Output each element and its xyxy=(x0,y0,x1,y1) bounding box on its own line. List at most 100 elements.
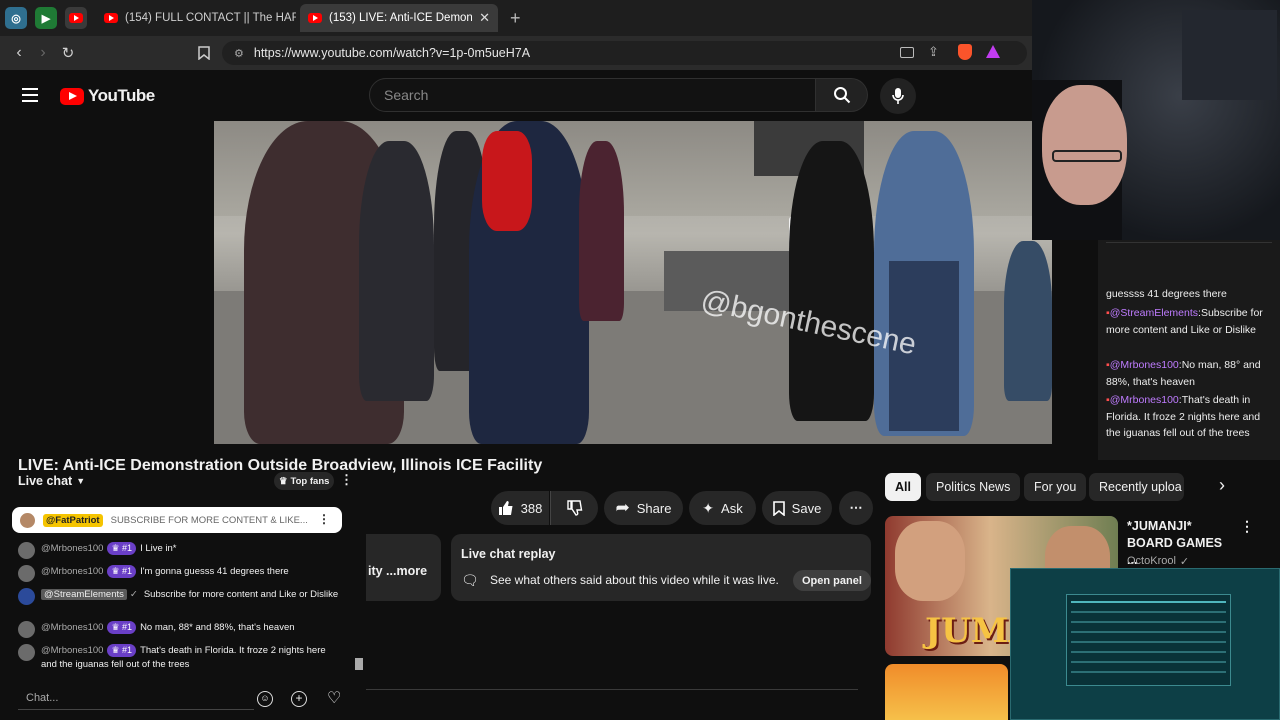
fan-badge: ♛ #1 xyxy=(107,565,137,578)
chat-message: @StreamElements ✓ Subscribe for more conte… xyxy=(18,588,343,605)
chevron-right-icon[interactable]: › xyxy=(1219,475,1225,496)
reload-icon[interactable]: ↻ xyxy=(57,42,79,64)
site-settings-icon[interactable]: ⚙ xyxy=(234,47,244,60)
chevron-down-icon: ▼ xyxy=(76,476,86,486)
multichat-message: ▪@StreamElements:Subscribe for more cont… xyxy=(1106,307,1263,336)
pinned-tab-youtube[interactable] xyxy=(65,7,87,29)
search-icon xyxy=(833,87,850,104)
address-bar-row: ‹ › ↻ ⚙ https://www.youtube.com/watch?v=… xyxy=(0,36,1032,70)
dislike-button[interactable] xyxy=(550,491,598,525)
chat-username[interactable]: @StreamElements xyxy=(41,589,127,600)
top-fans-button[interactable]: ♛ Top fans xyxy=(274,472,335,490)
youtube-logo[interactable]: YouTube xyxy=(60,86,155,106)
share-page-icon[interactable]: ⇪ xyxy=(928,44,939,60)
fan-badge: ♛ #1 xyxy=(107,542,137,555)
chip-politics-news[interactable]: Politics News xyxy=(926,473,1021,501)
back-arrow-icon[interactable]: ‹ xyxy=(8,42,30,64)
chat-text: I Live in* xyxy=(140,543,177,554)
add-icon[interactable]: + xyxy=(291,691,307,707)
open-panel-label: Open panel xyxy=(802,574,862,587)
save-label: Save xyxy=(791,500,822,516)
like-button[interactable]: 388 xyxy=(491,491,549,525)
search-button[interactable] xyxy=(816,78,868,112)
live-chat-dropdown[interactable]: Live chat ▼ xyxy=(18,474,85,488)
sparkle-icon: ✦ xyxy=(702,499,715,516)
chat-username[interactable]: @Mrbones100 xyxy=(41,622,103,633)
close-tab-icon[interactable]: ✕ xyxy=(479,10,490,26)
avatar xyxy=(18,644,35,661)
search-input[interactable]: Search xyxy=(369,78,816,112)
chat-scrollbar[interactable] xyxy=(355,505,363,670)
browser-tab-bar: ◎ ▶ (154) FULL CONTACT || The HARD HIT (… xyxy=(0,0,1032,36)
save-button[interactable]: Save xyxy=(762,491,832,525)
youtube-favicon-icon xyxy=(69,13,83,23)
avatar xyxy=(20,512,35,528)
youtube-favicon-icon xyxy=(104,13,118,23)
trophy-icon: ♛ xyxy=(279,475,288,487)
live-chat-replay-box: Live chat replay 🗨 See what others said … xyxy=(451,534,871,601)
avatar xyxy=(18,542,35,559)
bookmark-icon[interactable] xyxy=(193,42,215,64)
description-box[interactable]: ity ...more xyxy=(366,534,441,601)
chat-username[interactable]: @Mrbones100 xyxy=(41,566,103,577)
pinned-message[interactable]: @FatPatriot SUBSCRIBE FOR MORE CONTENT &… xyxy=(12,507,342,533)
pinned-user: @FatPatriot xyxy=(43,513,103,527)
browser-tab-active[interactable]: (153) LIVE: Anti-ICE Demonstratio ✕ xyxy=(300,4,498,32)
share-button[interactable]: ➦ Share xyxy=(604,491,683,525)
pinned-tab-2[interactable]: ▶ xyxy=(35,7,57,29)
multichat-overlay: guessss 41 degrees there ▪@StreamElement… xyxy=(1098,240,1280,460)
multichat-message: ▪@Mrbones100:That's death in Florida. It… xyxy=(1106,394,1261,439)
forward-arrow-icon[interactable]: › xyxy=(32,42,54,64)
fan-badge: ♛ #1 xyxy=(107,621,137,634)
chat-message: @Mrbones100 ♛ #1 No man, 88* and 88%, that… xyxy=(18,621,343,638)
avatar xyxy=(18,621,35,638)
tab-title: (153) LIVE: Anti-ICE Demonstratio xyxy=(329,12,473,24)
game-overlay xyxy=(1010,568,1280,720)
description-more[interactable]: ity ...more xyxy=(368,564,427,578)
brave-rewards-icon[interactable] xyxy=(986,45,1000,58)
pinned-text: SUBSCRIBE FOR MORE CONTENT & LIKE... xyxy=(110,514,308,526)
chat-message: @Mrbones100 ♛ #1 I'm gonna guesss 41 degre… xyxy=(18,565,343,582)
chat-input[interactable]: Chat... xyxy=(18,688,254,710)
chip-all[interactable]: All xyxy=(885,473,921,501)
recommendation-channel[interactable]: OctoKrool ✓ xyxy=(1127,555,1189,568)
chat-more-options-icon[interactable]: ⋮ xyxy=(340,472,353,488)
live-chat-label: Live chat xyxy=(18,474,73,488)
avatar xyxy=(18,588,35,605)
chat-text: I'm gonna guesss 41 degrees there xyxy=(140,566,289,577)
chat-username[interactable]: @Mrbones100 xyxy=(41,645,103,656)
recommendation-more-icon[interactable]: ⋮ xyxy=(1240,518,1254,535)
video-player[interactable]: @bgonthescene xyxy=(214,121,1052,444)
recommendation-thumbnail-2[interactable] xyxy=(885,664,1008,720)
emoji-icon[interactable]: ☺ xyxy=(257,691,273,707)
youtube-favicon-icon xyxy=(308,13,322,23)
chip-recently-uploaded[interactable]: Recently uploa xyxy=(1089,473,1184,501)
chat-message: @Mrbones100 ♛ #1 I Live in* xyxy=(18,542,343,559)
live-chat-panel: Live chat ▼ ♛ Top fans ⋮ @FatPatriot SUB… xyxy=(0,470,368,720)
url-text: https://www.youtube.com/watch?v=1p-0m5ue… xyxy=(253,46,531,60)
new-tab-icon[interactable]: + xyxy=(510,8,521,29)
chip-for-you[interactable]: For you xyxy=(1024,473,1087,501)
open-panel-button[interactable]: Open panel xyxy=(793,570,871,591)
tab-title: (154) FULL CONTACT || The HARD HIT xyxy=(125,12,296,24)
voice-search-button[interactable] xyxy=(880,78,916,114)
pinned-tab-1[interactable]: ◎ xyxy=(5,7,27,29)
chat-bubble-icon: 🗨 xyxy=(461,572,479,588)
verified-icon: ✓ xyxy=(129,589,138,600)
divider xyxy=(366,689,858,690)
chat-username[interactable]: @Mrbones100 xyxy=(41,543,103,554)
ask-button[interactable]: ✦ Ask xyxy=(689,491,756,525)
avatar xyxy=(18,565,35,582)
browser-tab-1[interactable]: (154) FULL CONTACT || The HARD HIT xyxy=(96,4,296,32)
heart-icon[interactable]: ♡ xyxy=(327,688,341,708)
multichat-message: ▪@Mrbones100:No man, 88° and 88%, that's… xyxy=(1106,359,1261,388)
fan-badge: ♛ #1 xyxy=(107,644,137,657)
menu-icon[interactable] xyxy=(22,88,38,102)
cast-icon[interactable] xyxy=(900,47,914,58)
thumbs-up-icon xyxy=(498,501,513,515)
youtube-logo-icon xyxy=(60,87,84,105)
chat-text: No man, 88* and 88%, that's heaven xyxy=(140,622,295,633)
more-actions-icon[interactable]: ⋯ xyxy=(839,491,873,525)
pinned-more-icon[interactable]: ⋮ xyxy=(318,512,330,526)
brave-shield-icon[interactable] xyxy=(958,44,972,60)
